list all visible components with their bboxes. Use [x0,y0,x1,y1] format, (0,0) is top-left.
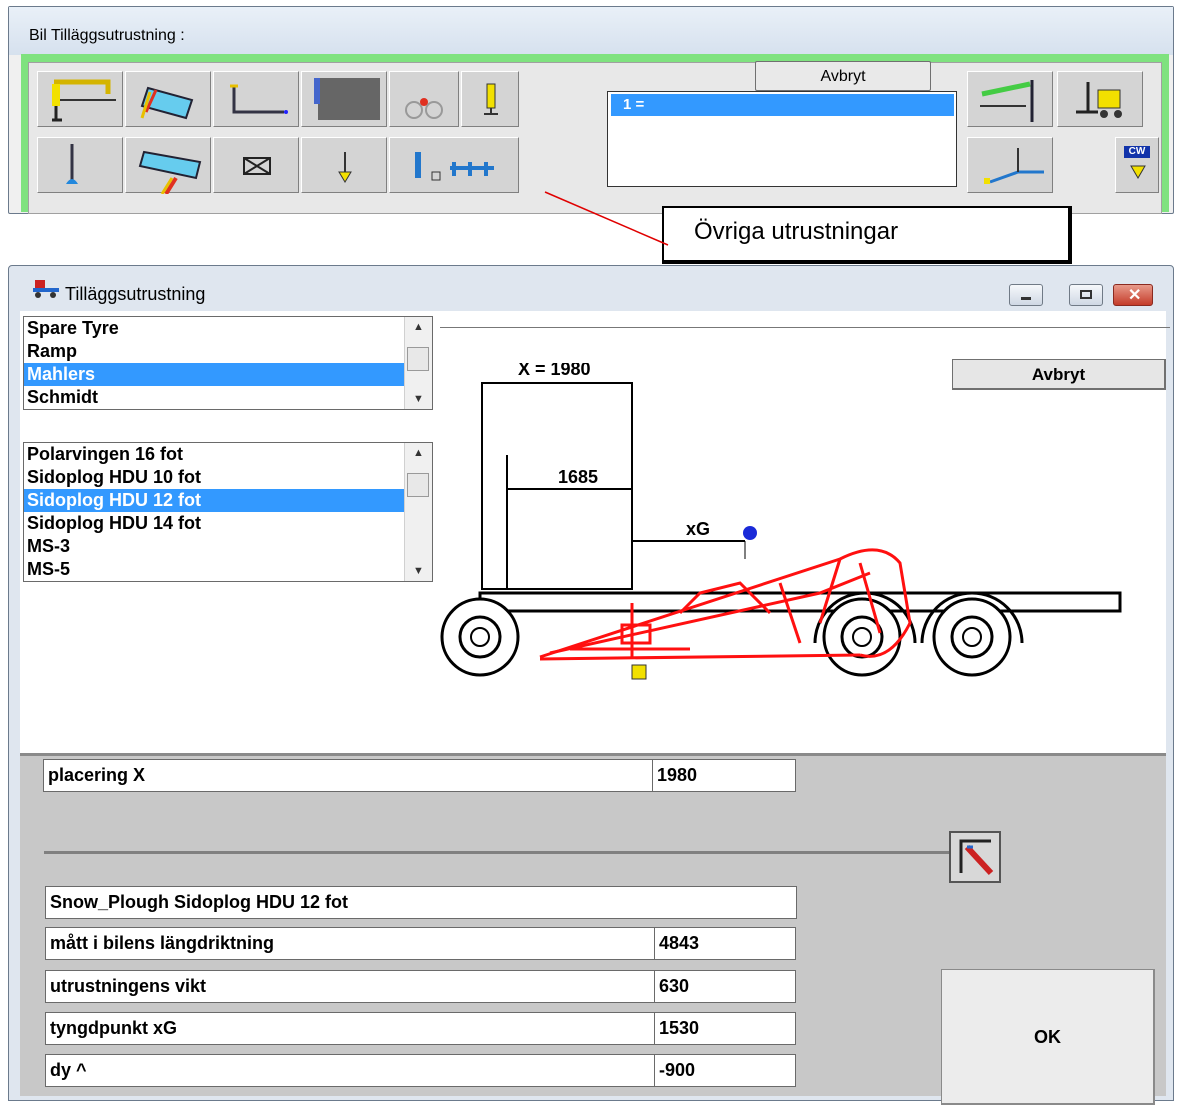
rear-crane-button[interactable] [967,71,1053,127]
down-arrow-button[interactable] [301,137,387,193]
list-item[interactable]: Ramp [24,340,432,363]
callout-line [544,191,669,246]
divider [440,327,1170,328]
dialog-title: Tilläggsutrustning [65,284,206,304]
scroll-up-icon[interactable]: ▲ [405,447,432,459]
front-wheel [440,597,520,677]
forklift-button[interactable] [1057,71,1143,127]
pick-position-icon [959,839,994,876]
stabilizer-leg-icon [66,144,78,184]
hooklift-button[interactable] [213,71,299,127]
crane-icon [52,79,116,122]
minimize-icon [1021,297,1031,300]
cross-box-button[interactable] [213,137,299,193]
other-equipment-icon [415,152,494,181]
maximize-button[interactable] [1069,284,1103,306]
rear-crane-icon [980,80,1034,122]
list-item-selected[interactable]: Mahlers [24,363,432,386]
forklift-icon [1076,82,1122,118]
list-item[interactable]: Schmidt [24,386,432,409]
placement-label: placering X [43,759,655,792]
tail-lift-icon [984,148,1044,184]
pick-position-button[interactable] [949,831,1001,883]
equipment-box [481,382,633,590]
box-body-button[interactable] [301,71,387,127]
support-leg-button[interactable] [461,71,519,127]
tipper-button[interactable] [125,71,211,127]
center-of-gravity-label: tyngdpunkt xG [45,1012,657,1045]
tandem-axle-button[interactable] [389,71,459,127]
cross-box-icon [243,157,271,175]
dim-1685-label: 1685 [558,467,598,487]
close-icon: ✕ [1128,287,1142,304]
app-icon [33,280,59,298]
ok-button[interactable]: OK [941,969,1155,1105]
rear-tipper-button[interactable] [125,137,211,194]
chassis [478,591,1122,613]
crane-button[interactable] [37,71,123,127]
weight-input[interactable]: 630 [654,970,796,1003]
rear-wheel [813,591,917,677]
list-item[interactable]: Polarvingen 16 fot [24,443,432,466]
slider-track[interactable] [44,851,954,854]
callout-text: Övriga utrustningar [694,218,899,245]
truck-drawing: X = 1980 1685 xG [440,363,1122,680]
scroll-thumb[interactable] [407,473,429,497]
length-label: mått i bilens längdriktning [45,927,657,960]
dialog-client: Avbryt Spare Tyre Ramp Mahlers Schmidt ▲… [20,311,1170,1105]
counterweight-icon [1130,165,1146,179]
box-body-icon [314,78,380,120]
weight-label: utrustningens vikt [45,970,657,1003]
length-input[interactable]: 4843 [654,927,796,960]
scroll-down-icon[interactable]: ▼ [405,565,432,577]
model-scrollbar[interactable]: ▲ ▼ [404,443,432,581]
toolbar-cancel-button[interactable]: Avbryt [755,61,931,91]
maximize-icon [1080,290,1092,299]
reference-marker [631,664,647,680]
tandem-axle-icon [405,98,443,119]
close-button[interactable]: ✕ [1113,284,1153,306]
equipment-name-field: Snow_Plough Sidoplog HDU 12 fot [45,886,797,919]
list-item[interactable]: Spare Tyre [24,317,432,340]
scroll-up-icon[interactable]: ▲ [405,321,432,333]
tail-lift-button[interactable] [967,137,1053,193]
down-arrow-icon [338,152,352,183]
equipment-dialog: Tilläggsutrustning ✕ Avbryt Spare Tyre R… [8,265,1174,1105]
scroll-down-icon[interactable]: ▼ [405,393,432,405]
stabilizer-leg-button[interactable] [37,137,123,193]
model-list[interactable]: Polarvingen 16 fot Sidoplog HDU 10 fot S… [23,442,433,582]
other-equipment-button[interactable] [389,137,519,193]
center-of-gravity-marker [743,526,757,540]
callout-box: Övriga utrustningar [662,206,1072,264]
list-item[interactable]: 1 = [611,94,954,116]
list-item-selected[interactable]: Sidoplog HDU 12 fot [24,489,432,512]
counterweight-button[interactable]: CW [1115,137,1159,193]
list-item[interactable]: Sidoplog HDU 14 fot [24,512,432,535]
toolbar-titlebar: Bil Tilläggsutrustning : [9,7,1173,55]
dy-label: dy ^ [45,1054,657,1087]
scroll-thumb[interactable] [407,347,429,371]
xg-label: xG [686,519,710,539]
toolbar-window: Bil Tilläggsutrustning : Avbryt 1 = CW [8,6,1174,214]
dy-input[interactable]: -900 [654,1054,796,1087]
list-item[interactable]: MS-5 [24,558,432,581]
category-list[interactable]: Spare Tyre Ramp Mahlers Schmidt ▲ ▼ [23,316,433,410]
list-item[interactable]: MS-3 [24,535,432,558]
list-item[interactable]: Sidoplog HDU 10 fot [24,466,432,489]
toolbar-title: Bil Tilläggsutrustning : [29,27,185,44]
placement-x-input[interactable]: 1980 [652,759,796,792]
rear-wheel [920,591,1024,677]
hooklift-icon [230,84,288,114]
rear-tipper-icon [138,150,202,194]
tipper-icon [140,86,194,120]
toolbar-equipment-list[interactable]: 1 = [607,91,957,187]
center-of-gravity-input[interactable]: 1530 [654,1012,796,1045]
support-leg-icon [484,83,498,115]
dim-x-label: X = 1980 [518,363,591,379]
category-scrollbar[interactable]: ▲ ▼ [404,317,432,409]
minimize-button[interactable] [1009,284,1043,306]
